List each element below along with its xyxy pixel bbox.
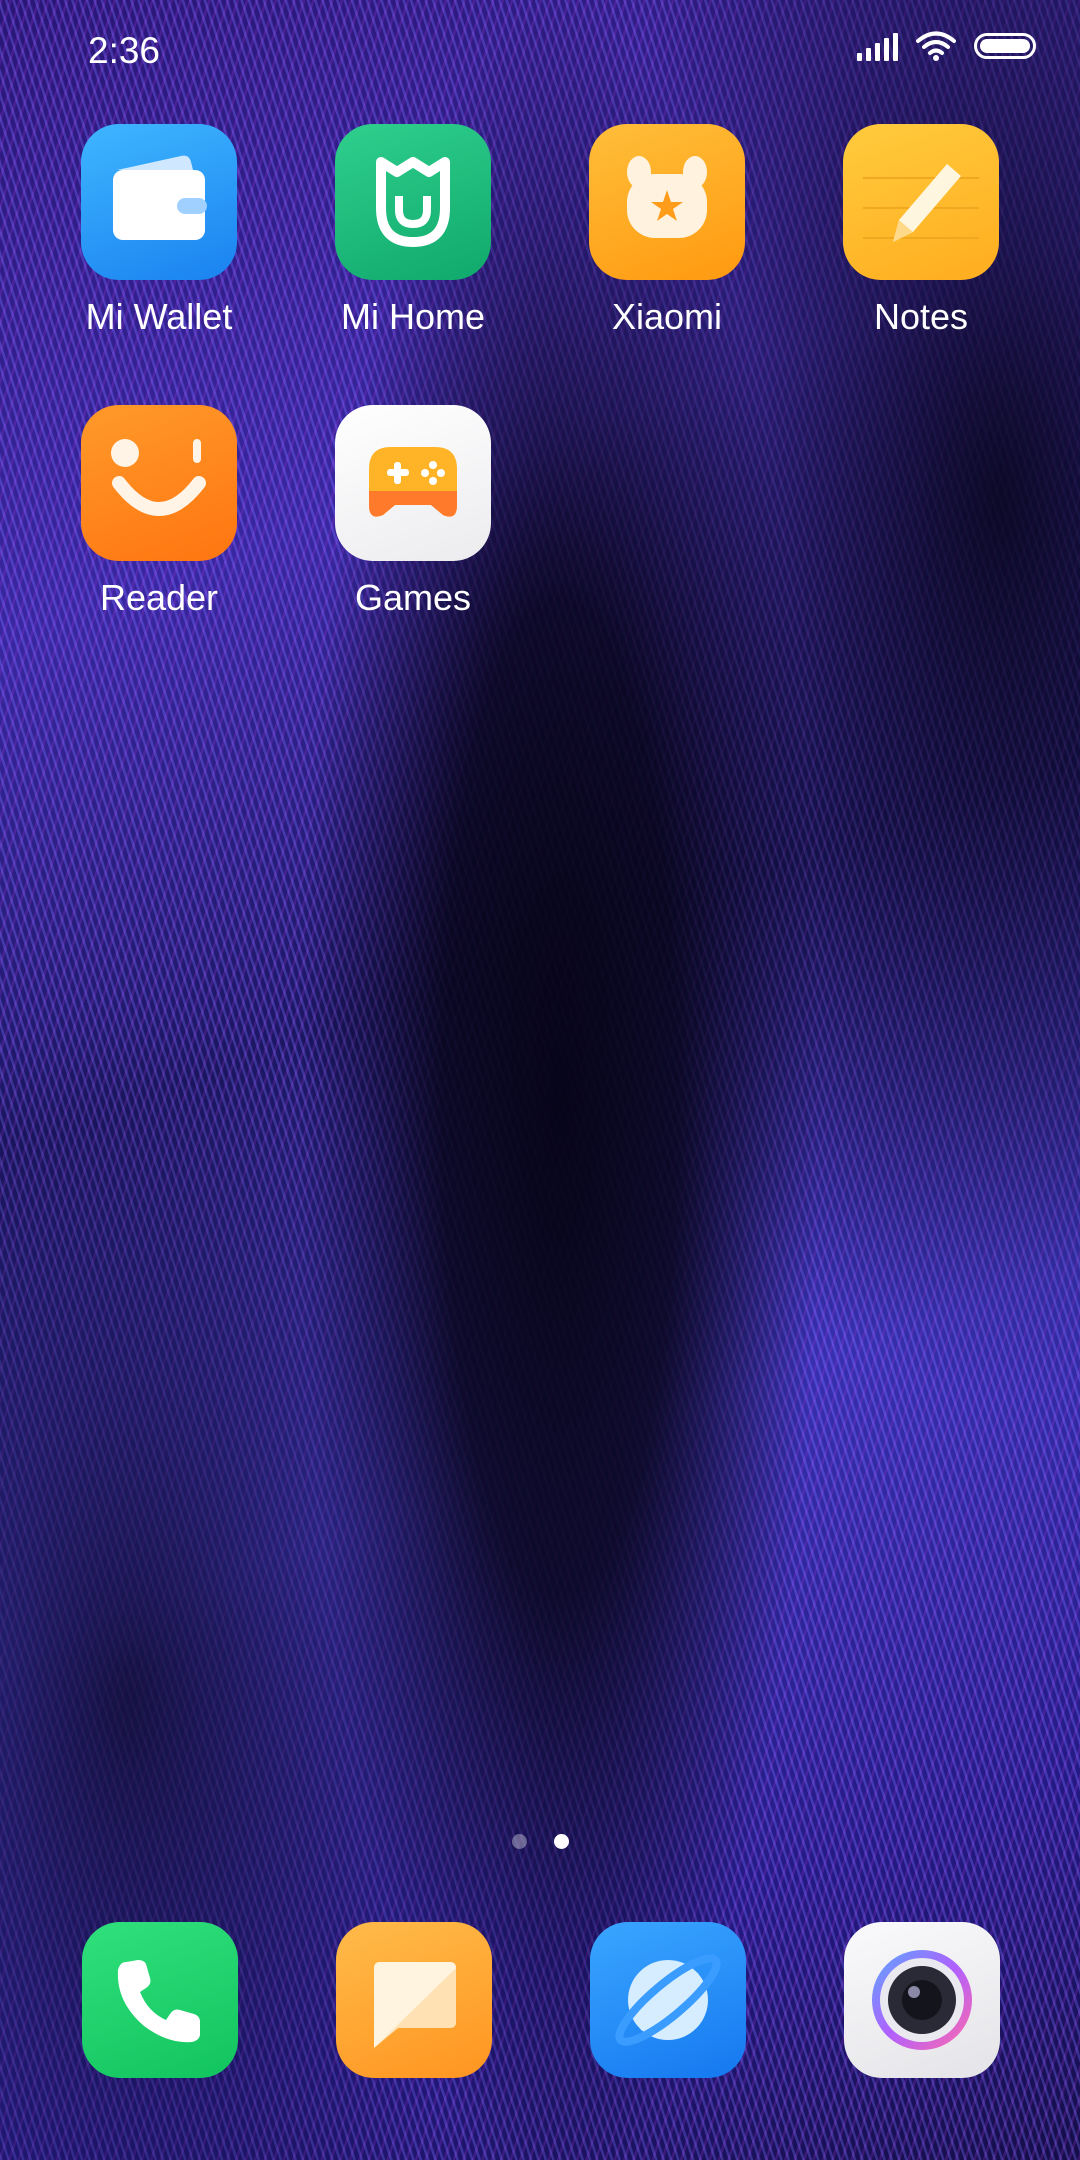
app-xiaomi[interactable]: Xiaomi — [552, 124, 782, 338]
camera-icon — [844, 1922, 1000, 2078]
dock-phone[interactable] — [82, 1922, 238, 2078]
notes-pencil-icon — [843, 124, 999, 280]
dock-messages[interactable] — [336, 1922, 492, 2078]
reader-smile-icon — [81, 405, 237, 561]
mi-home-icon — [335, 124, 491, 280]
wallet-icon — [81, 124, 237, 280]
dock-camera[interactable] — [844, 1922, 1000, 2078]
battery-icon — [974, 33, 1036, 59]
app-label: Notes — [873, 296, 969, 337]
app-label: Mi Home — [340, 296, 486, 337]
page-indicator[interactable] — [0, 1834, 1080, 1849]
wifi-icon — [916, 31, 956, 61]
status-icons — [857, 30, 1036, 62]
app-label: Xiaomi — [611, 296, 723, 337]
app-label: Mi Wallet — [85, 296, 233, 337]
signal-icon — [857, 31, 898, 61]
clock: 2:36 — [88, 30, 161, 71]
page-dot-1[interactable] — [511, 1834, 527, 1849]
message-icon — [336, 1922, 492, 2078]
status-bar: 2:36 — [0, 0, 1080, 100]
home-screen: 2:36 Mi Wallet Mi Home Xiaomi Notes Read… — [0, 0, 1080, 2160]
app-label: Reader — [99, 577, 219, 618]
dock-browser[interactable] — [590, 1922, 746, 2078]
gamepad-icon — [335, 405, 491, 561]
app-mi-wallet[interactable]: Mi Wallet — [44, 124, 274, 338]
app-notes[interactable]: Notes — [806, 124, 1036, 338]
app-games[interactable]: Games — [298, 405, 528, 619]
app-reader[interactable]: Reader — [44, 405, 274, 619]
app-mi-home[interactable]: Mi Home — [298, 124, 528, 338]
phone-icon — [82, 1922, 238, 2078]
browser-planet-icon — [590, 1922, 746, 2078]
page-dot-2[interactable] — [553, 1834, 569, 1849]
mi-bunny-icon — [589, 124, 745, 280]
app-label: Games — [354, 577, 472, 618]
